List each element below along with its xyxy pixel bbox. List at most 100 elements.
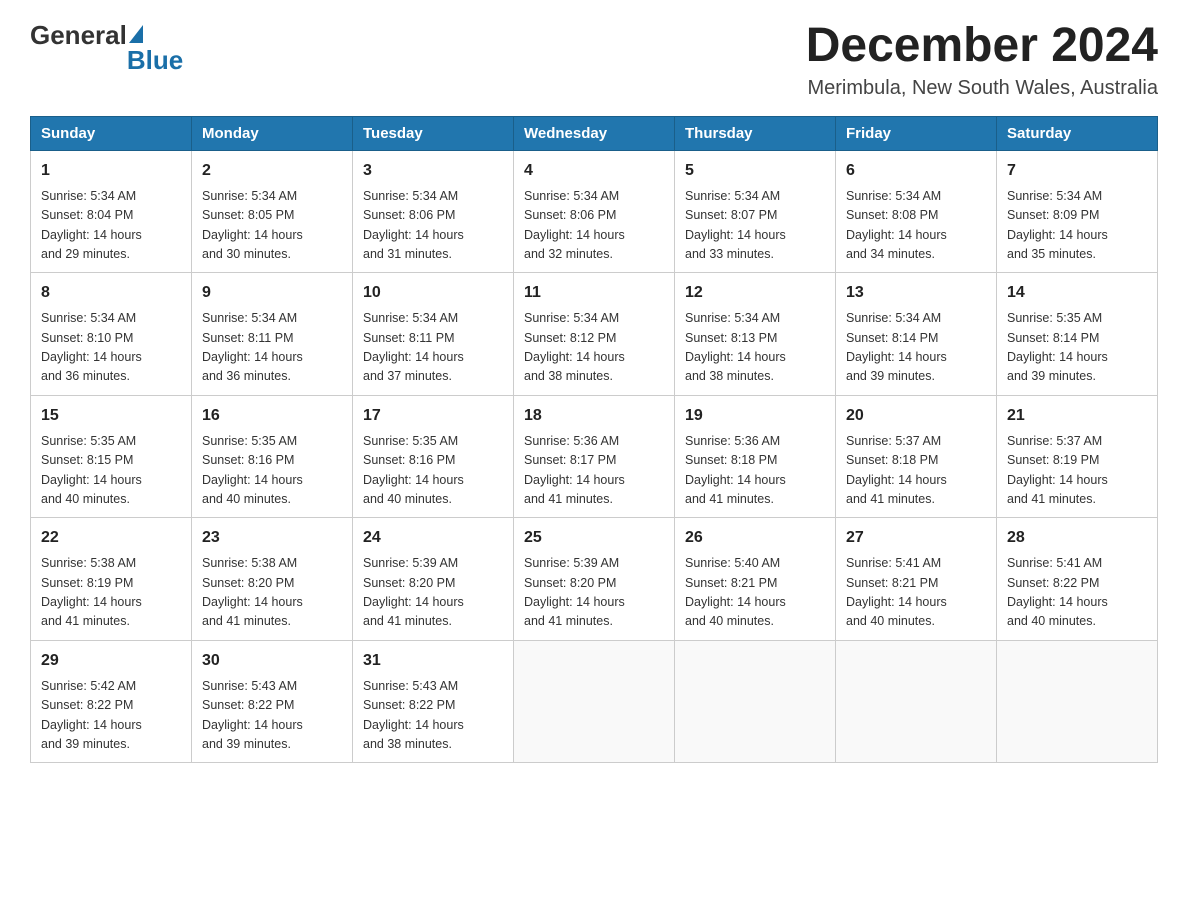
day-info: Sunrise: 5:42 AMSunset: 8:22 PMDaylight:… [41, 677, 181, 755]
day-number: 2 [202, 159, 342, 183]
day-number: 14 [1007, 281, 1147, 305]
day-number: 5 [685, 159, 825, 183]
day-info: Sunrise: 5:39 AMSunset: 8:20 PMDaylight:… [524, 554, 664, 632]
calendar-day-cell: 10 Sunrise: 5:34 AMSunset: 8:11 PMDayligh… [353, 273, 514, 396]
day-info: Sunrise: 5:35 AMSunset: 8:14 PMDaylight:… [1007, 309, 1147, 387]
day-info: Sunrise: 5:38 AMSunset: 8:19 PMDaylight:… [41, 554, 181, 632]
day-info: Sunrise: 5:34 AMSunset: 8:14 PMDaylight:… [846, 309, 986, 387]
calendar-day-cell: 8Sunrise: 5:34 AMSunset: 8:10 PMDaylight… [31, 273, 192, 396]
day-info: Sunrise: 5:37 AMSunset: 8:18 PMDaylight:… [846, 432, 986, 510]
day-number: 15 [41, 404, 181, 428]
calendar-day-cell: 12 Sunrise: 5:34 AMSunset: 8:13 PMDayligh… [675, 273, 836, 396]
calendar-day-cell [675, 640, 836, 763]
day-info: Sunrise: 5:43 AMSunset: 8:22 PMDaylight:… [202, 677, 342, 755]
day-number: 1 [41, 159, 181, 183]
day-number: 13 [846, 281, 986, 305]
weekday-header-wednesday: Wednesday [514, 116, 675, 150]
day-number: 11 [524, 281, 664, 305]
day-number: 30 [202, 649, 342, 673]
calendar-day-cell: 9 Sunrise: 5:34 AMSunset: 8:11 PMDaylight… [192, 273, 353, 396]
calendar-day-cell: 22Sunrise: 5:38 AMSunset: 8:19 PMDayligh… [31, 518, 192, 641]
day-info: Sunrise: 5:34 AMSunset: 8:09 PMDaylight:… [1007, 187, 1147, 265]
day-number: 18 [524, 404, 664, 428]
calendar-day-cell: 13 Sunrise: 5:34 AMSunset: 8:14 PMDayligh… [836, 273, 997, 396]
day-number: 19 [685, 404, 825, 428]
weekday-header-monday: Monday [192, 116, 353, 150]
day-number: 12 [685, 281, 825, 305]
day-number: 21 [1007, 404, 1147, 428]
calendar-day-cell: 6 Sunrise: 5:34 AMSunset: 8:08 PMDaylight… [836, 150, 997, 273]
day-info: Sunrise: 5:34 AMSunset: 8:12 PMDaylight:… [524, 309, 664, 387]
weekday-header-tuesday: Tuesday [353, 116, 514, 150]
calendar-day-cell: 19 Sunrise: 5:36 AMSunset: 8:18 PMDayligh… [675, 395, 836, 518]
calendar-day-cell: 1Sunrise: 5:34 AMSunset: 8:04 PMDaylight… [31, 150, 192, 273]
day-number: 16 [202, 404, 342, 428]
calendar-day-cell: 3 Sunrise: 5:34 AMSunset: 8:06 PMDaylight… [353, 150, 514, 273]
calendar-week-row: 29Sunrise: 5:42 AMSunset: 8:22 PMDayligh… [31, 640, 1158, 763]
location-text: Merimbula, New South Wales, Australia [806, 77, 1158, 100]
calendar-day-cell: 2Sunrise: 5:34 AMSunset: 8:05 PMDaylight… [192, 150, 353, 273]
calendar-day-cell: 15 Sunrise: 5:35 AMSunset: 8:15 PMDayligh… [31, 395, 192, 518]
day-number: 4 [524, 159, 664, 183]
calendar-day-cell: 17 Sunrise: 5:35 AMSunset: 8:16 PMDayligh… [353, 395, 514, 518]
day-info: Sunrise: 5:36 AMSunset: 8:17 PMDaylight:… [524, 432, 664, 510]
day-info: Sunrise: 5:35 AMSunset: 8:16 PMDaylight:… [363, 432, 503, 510]
calendar-day-cell [514, 640, 675, 763]
calendar-day-cell: 20 Sunrise: 5:37 AMSunset: 8:18 PMDayligh… [836, 395, 997, 518]
day-info: Sunrise: 5:40 AMSunset: 8:21 PMDaylight:… [685, 554, 825, 632]
day-info: Sunrise: 5:39 AMSunset: 8:20 PMDaylight:… [363, 554, 503, 632]
day-info: Sunrise: 5:34 AMSunset: 8:07 PMDaylight:… [685, 187, 825, 265]
calendar-day-cell: 16 Sunrise: 5:35 AMSunset: 8:16 PMDayligh… [192, 395, 353, 518]
calendar-week-row: 15 Sunrise: 5:35 AMSunset: 8:15 PMDayligh… [31, 395, 1158, 518]
day-number: 26 [685, 526, 825, 550]
calendar-day-cell: 28 Sunrise: 5:41 AMSunset: 8:22 PMDayligh… [997, 518, 1158, 641]
day-info: Sunrise: 5:35 AMSunset: 8:15 PMDaylight:… [41, 432, 181, 510]
weekday-header-sunday: Sunday [31, 116, 192, 150]
calendar-day-cell: 11 Sunrise: 5:34 AMSunset: 8:12 PMDayligh… [514, 273, 675, 396]
day-number: 17 [363, 404, 503, 428]
day-number: 27 [846, 526, 986, 550]
day-info: Sunrise: 5:36 AMSunset: 8:18 PMDaylight:… [685, 432, 825, 510]
day-info: Sunrise: 5:34 AMSunset: 8:11 PMDaylight:… [363, 309, 503, 387]
day-number: 10 [363, 281, 503, 305]
calendar-day-cell: 18 Sunrise: 5:36 AMSunset: 8:17 PMDayligh… [514, 395, 675, 518]
day-info: Sunrise: 5:34 AMSunset: 8:13 PMDaylight:… [685, 309, 825, 387]
weekday-header-thursday: Thursday [675, 116, 836, 150]
calendar-day-cell: 31 Sunrise: 5:43 AMSunset: 8:22 PMDayligh… [353, 640, 514, 763]
calendar-day-cell: 5 Sunrise: 5:34 AMSunset: 8:07 PMDaylight… [675, 150, 836, 273]
day-number: 6 [846, 159, 986, 183]
day-number: 9 [202, 281, 342, 305]
day-number: 28 [1007, 526, 1147, 550]
day-number: 25 [524, 526, 664, 550]
day-info: Sunrise: 5:41 AMSunset: 8:22 PMDaylight:… [1007, 554, 1147, 632]
calendar-day-cell: 4Sunrise: 5:34 AMSunset: 8:06 PMDaylight… [514, 150, 675, 273]
day-info: Sunrise: 5:34 AMSunset: 8:06 PMDaylight:… [363, 187, 503, 265]
day-info: Sunrise: 5:41 AMSunset: 8:21 PMDaylight:… [846, 554, 986, 632]
calendar-day-cell: 26 Sunrise: 5:40 AMSunset: 8:21 PMDayligh… [675, 518, 836, 641]
day-info: Sunrise: 5:34 AMSunset: 8:08 PMDaylight:… [846, 187, 986, 265]
month-title: December 2024 [806, 20, 1158, 73]
day-number: 23 [202, 526, 342, 550]
day-number: 7 [1007, 159, 1147, 183]
calendar-day-cell: 14 Sunrise: 5:35 AMSunset: 8:14 PMDayligh… [997, 273, 1158, 396]
day-number: 31 [363, 649, 503, 673]
calendar-day-cell [836, 640, 997, 763]
day-info: Sunrise: 5:34 AMSunset: 8:11 PMDaylight:… [202, 309, 342, 387]
calendar-table: SundayMondayTuesdayWednesdayThursdayFrid… [30, 116, 1158, 764]
day-number: 8 [41, 281, 181, 305]
day-number: 3 [363, 159, 503, 183]
day-info: Sunrise: 5:35 AMSunset: 8:16 PMDaylight:… [202, 432, 342, 510]
weekday-header-friday: Friday [836, 116, 997, 150]
logo-triangle-icon [129, 25, 143, 43]
calendar-day-cell [997, 640, 1158, 763]
day-number: 20 [846, 404, 986, 428]
calendar-day-cell: 27 Sunrise: 5:41 AMSunset: 8:21 PMDayligh… [836, 518, 997, 641]
calendar-header-row: SundayMondayTuesdayWednesdayThursdayFrid… [31, 116, 1158, 150]
calendar-day-cell: 7 Sunrise: 5:34 AMSunset: 8:09 PMDaylight… [997, 150, 1158, 273]
title-section: December 2024 Merimbula, New South Wales… [806, 20, 1158, 100]
day-info: Sunrise: 5:43 AMSunset: 8:22 PMDaylight:… [363, 677, 503, 755]
calendar-day-cell: 29Sunrise: 5:42 AMSunset: 8:22 PMDayligh… [31, 640, 192, 763]
calendar-day-cell: 30 Sunrise: 5:43 AMSunset: 8:22 PMDayligh… [192, 640, 353, 763]
calendar-day-cell: 24Sunrise: 5:39 AMSunset: 8:20 PMDayligh… [353, 518, 514, 641]
day-info: Sunrise: 5:37 AMSunset: 8:19 PMDaylight:… [1007, 432, 1147, 510]
